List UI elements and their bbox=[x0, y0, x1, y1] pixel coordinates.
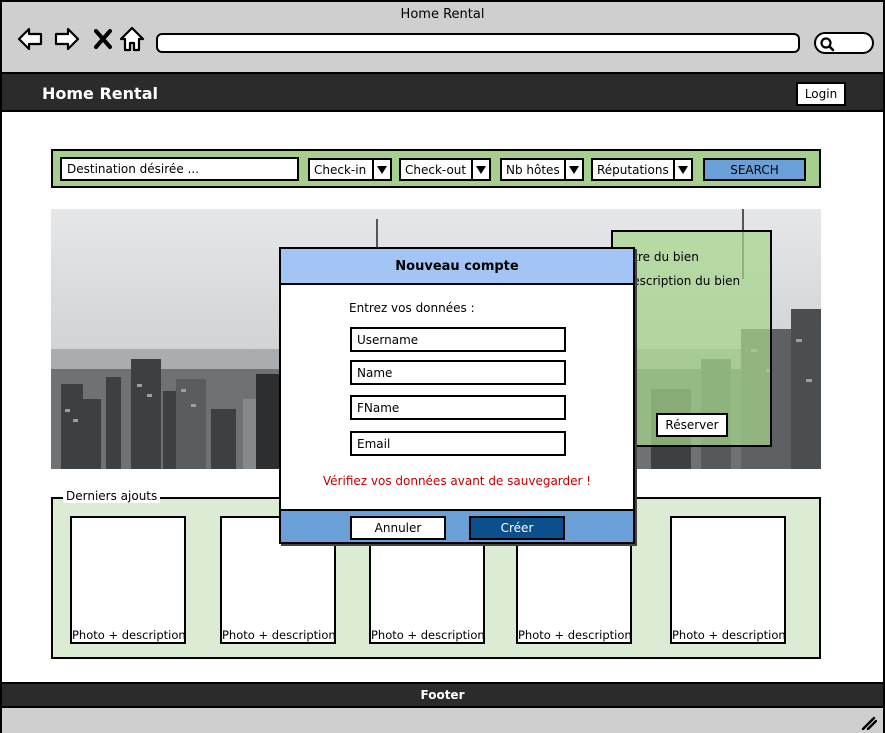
reputation-label: Réputations bbox=[597, 162, 669, 177]
search-button[interactable]: SEARCH bbox=[703, 158, 806, 181]
login-button[interactable]: Login bbox=[796, 82, 846, 106]
email-input[interactable] bbox=[350, 431, 566, 456]
featured-property-card: Titre du bien Description du bien Réserv… bbox=[611, 230, 772, 447]
checkout-dropdown[interactable]: Check-out bbox=[399, 158, 491, 181]
forward-button[interactable] bbox=[53, 26, 81, 52]
forward-arrow-icon bbox=[54, 27, 80, 51]
create-button[interactable]: Créer bbox=[469, 516, 565, 540]
card-label: Photo + description bbox=[518, 628, 632, 642]
browser-window: Home Rental Home Rental Login Destinatio… bbox=[0, 0, 885, 733]
browser-search-field[interactable] bbox=[814, 32, 874, 54]
card-label: Photo + description bbox=[72, 628, 186, 642]
guests-label: Nb hôtes bbox=[506, 162, 560, 177]
resize-grip-icon[interactable] bbox=[861, 716, 877, 730]
brand-title: Home Rental bbox=[42, 84, 158, 103]
stop-button[interactable] bbox=[89, 26, 117, 52]
card-label: Photo + description bbox=[672, 628, 786, 642]
home-button[interactable] bbox=[118, 26, 146, 52]
back-arrow-icon bbox=[17, 27, 43, 51]
app-header: Home Rental Login bbox=[2, 74, 883, 112]
dropdown-arrow-icon bbox=[372, 160, 390, 179]
card-label: Photo + description bbox=[371, 628, 485, 642]
username-input[interactable] bbox=[350, 327, 566, 352]
window-title: Home Rental bbox=[400, 7, 485, 22]
property-card[interactable]: Photo + description bbox=[70, 516, 186, 644]
property-description: Description du bien bbox=[623, 274, 741, 288]
recent-additions-legend: Derniers ajouts bbox=[63, 489, 161, 503]
dialog-intro: Entrez vos données : bbox=[349, 301, 475, 315]
back-button[interactable] bbox=[16, 26, 44, 52]
checkin-label: Check-in bbox=[314, 162, 367, 177]
reserve-button[interactable]: Réserver bbox=[656, 413, 728, 437]
checkin-dropdown[interactable]: Check-in bbox=[308, 158, 392, 181]
dialog-title: Nouveau compte bbox=[281, 249, 633, 285]
property-card[interactable]: Photo + description bbox=[670, 516, 786, 644]
footer: Footer bbox=[2, 682, 883, 706]
browser-titlebar: Home Rental bbox=[2, 2, 883, 74]
home-icon bbox=[119, 26, 145, 52]
name-input[interactable] bbox=[350, 360, 566, 385]
card-label: Photo + description bbox=[222, 628, 336, 642]
search-bar: Check-in Check-out Nb hôtes Réputations … bbox=[51, 149, 821, 188]
validation-warning: Vérifiez vos données avant de sauvegarde… bbox=[322, 474, 592, 488]
browser-statusbar bbox=[2, 706, 883, 733]
search-icon bbox=[820, 37, 835, 52]
dropdown-arrow-icon bbox=[471, 160, 489, 179]
new-account-dialog: Nouveau compte Entrez vos données : Véri… bbox=[279, 247, 635, 544]
reputation-dropdown[interactable]: Réputations bbox=[591, 158, 693, 181]
dropdown-arrow-icon bbox=[564, 160, 582, 179]
url-input[interactable] bbox=[156, 33, 800, 53]
checkout-label: Check-out bbox=[405, 162, 467, 177]
destination-input[interactable] bbox=[60, 157, 299, 181]
cancel-button[interactable]: Annuler bbox=[350, 516, 446, 540]
fname-input[interactable] bbox=[350, 395, 566, 420]
dialog-footer: Annuler Créer bbox=[281, 509, 633, 542]
dropdown-arrow-icon bbox=[673, 160, 691, 179]
guests-dropdown[interactable]: Nb hôtes bbox=[500, 158, 584, 181]
close-icon bbox=[94, 29, 112, 49]
